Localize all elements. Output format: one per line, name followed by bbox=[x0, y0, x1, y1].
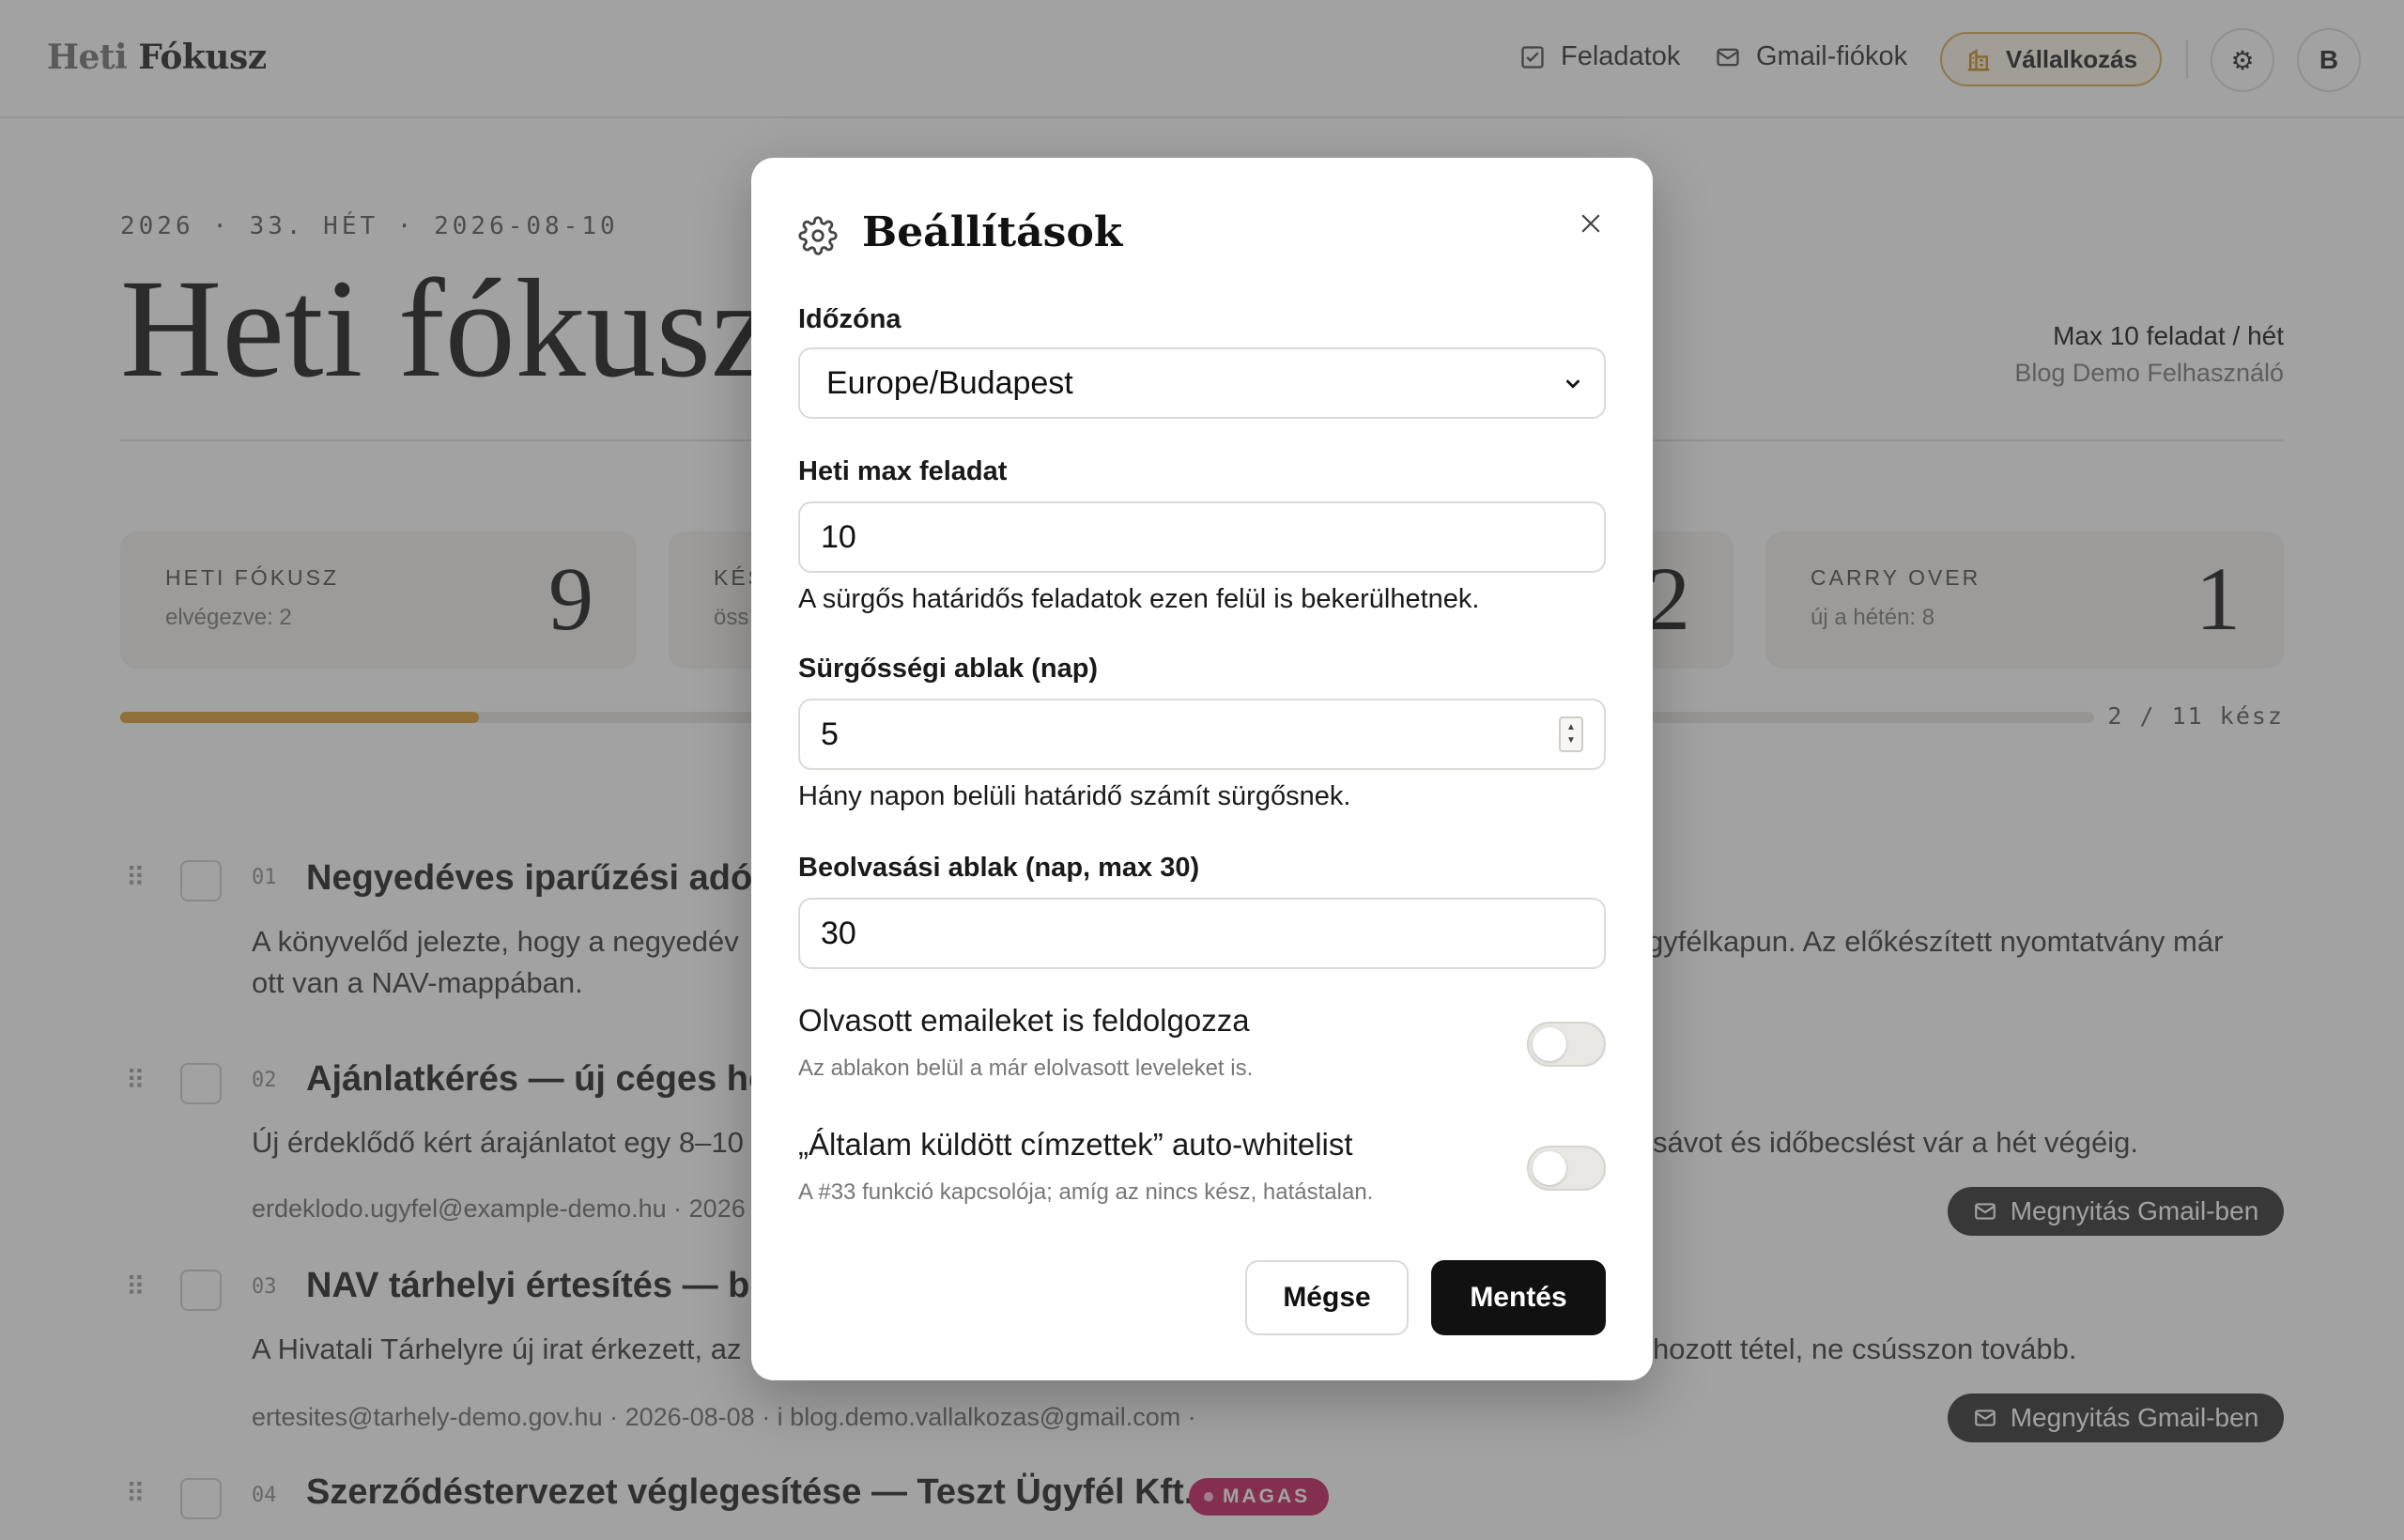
toggle-knob bbox=[1533, 1151, 1566, 1185]
timezone-value: Europe/Budapest bbox=[826, 364, 1073, 401]
number-stepper[interactable]: ▲ ▼ bbox=[1559, 716, 1583, 752]
max-tasks-label: Heti max feladat bbox=[798, 456, 1008, 486]
whitelist-toggle[interactable] bbox=[1527, 1146, 1606, 1191]
close-button[interactable] bbox=[1572, 205, 1610, 242]
read-emails-toggle[interactable] bbox=[1527, 1022, 1606, 1067]
save-button[interactable]: Mentés bbox=[1431, 1260, 1606, 1335]
cancel-button[interactable]: Mégse bbox=[1245, 1260, 1409, 1335]
chevron-down-icon bbox=[1565, 379, 1580, 389]
scan-window-value: 30 bbox=[821, 915, 856, 951]
max-tasks-input[interactable]: 10 bbox=[798, 501, 1606, 573]
whitelist-toggle-label: „Általam küldött címzettek” auto-whiteli… bbox=[798, 1127, 1353, 1162]
read-emails-toggle-help: Az ablakon belül a már elolvasott levele… bbox=[798, 1055, 1254, 1081]
urgency-window-help: Hány napon belüli határidő számít sürgős… bbox=[798, 781, 1351, 811]
scan-window-input[interactable]: 30 bbox=[798, 898, 1606, 969]
close-icon bbox=[1581, 214, 1600, 233]
settings-modal: Beállítások Időzóna Europe/Budapest Heti… bbox=[751, 158, 1653, 1380]
stepper-up-icon[interactable]: ▲ bbox=[1566, 721, 1576, 734]
max-tasks-value: 10 bbox=[821, 518, 856, 555]
timezone-select[interactable]: Europe/Budapest bbox=[798, 347, 1606, 419]
urgency-window-input[interactable]: 5 ▲ ▼ bbox=[798, 699, 1606, 770]
max-tasks-help: A sürgős határidős feladatok ezen felül … bbox=[798, 584, 1480, 614]
read-emails-toggle-label: Olvasott emaileket is feldolgozza bbox=[798, 1003, 1250, 1038]
urgency-window-label: Sürgősségi ablak (nap) bbox=[798, 654, 1099, 684]
modal-title: Beállítások bbox=[862, 208, 1123, 256]
urgency-window-value: 5 bbox=[821, 716, 839, 752]
toggle-knob bbox=[1533, 1027, 1566, 1061]
timezone-label: Időzóna bbox=[798, 304, 902, 334]
gear-icon bbox=[798, 216, 838, 255]
whitelist-toggle-help: A #33 funkció kapcsolója; amíg az nincs … bbox=[798, 1179, 1374, 1205]
scan-window-label: Beolvasási ablak (nap, max 30) bbox=[798, 853, 1200, 883]
stepper-down-icon[interactable]: ▼ bbox=[1566, 734, 1576, 747]
